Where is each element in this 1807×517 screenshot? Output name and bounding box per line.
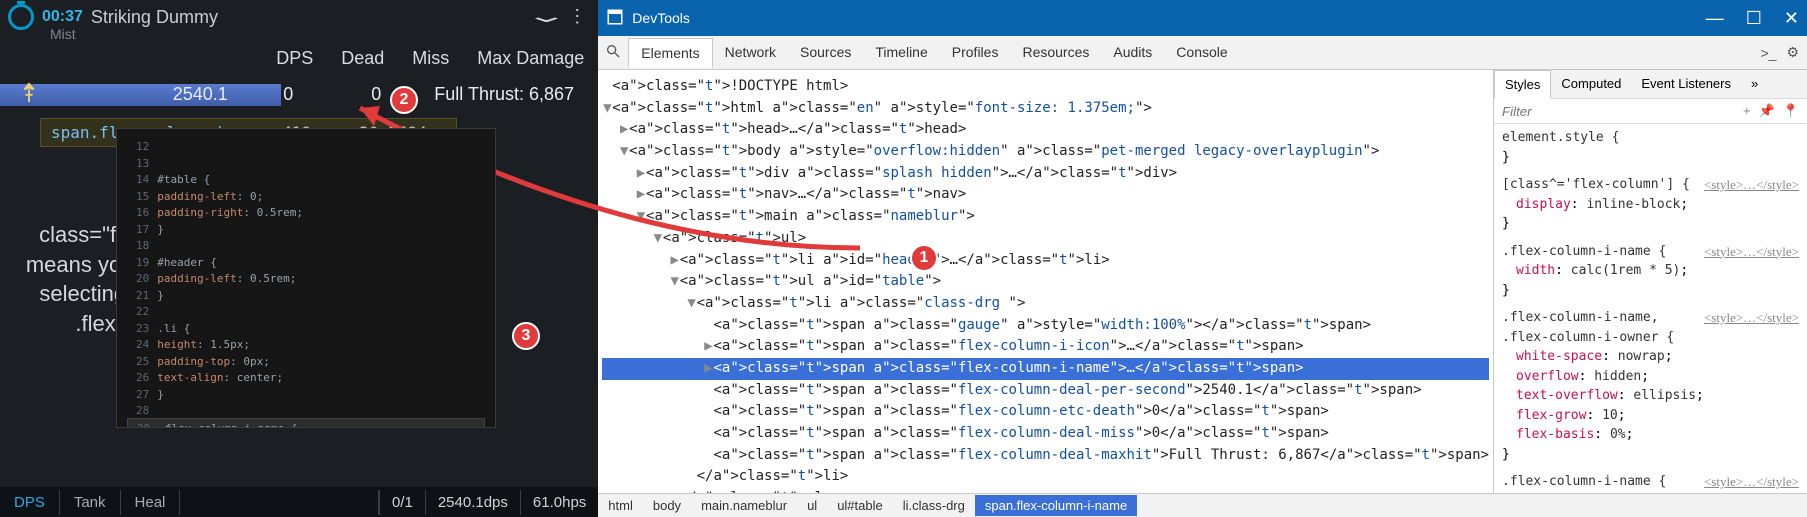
col-dead: Dead (341, 48, 384, 69)
tab-audits[interactable]: Audits (1101, 38, 1164, 67)
zone-label: Mist (50, 26, 76, 42)
job-icon (18, 82, 40, 104)
dom-tree[interactable]: <a">class="t">!DOCTYPE html>▼<a">class="… (598, 70, 1493, 493)
breadcrumb[interactable]: htmlbodymain.nameblurulul#tableli.class-… (598, 493, 1807, 517)
menu-icon[interactable]: ⋮ (568, 6, 588, 27)
encounter-time: 00:37 (42, 8, 83, 26)
dom-row[interactable]: ▼<a">class="t">ul> (602, 228, 1489, 250)
collapse-icon[interactable]: ⌄ (524, 6, 569, 27)
dom-row[interactable]: ▶<a">class="t">nav>…</a">class="t">nav> (602, 184, 1489, 206)
styles-tab-event-listeners[interactable]: Event Listeners (1631, 70, 1741, 98)
stopwatch-icon (8, 4, 34, 30)
tab-network[interactable]: Network (713, 38, 788, 67)
styles-rules[interactable]: element.style {}<style>…</style>[class^=… (1494, 124, 1807, 493)
styles-tab-more[interactable]: » (1741, 70, 1768, 98)
crumb[interactable]: span.flex-column-i-name (975, 495, 1137, 516)
val-maxhit: Full Thrust: 6,867 (434, 84, 584, 105)
dom-row[interactable]: ▶<a">class="t">head>…</a">class="t">head… (602, 119, 1489, 141)
overlay-footer: DPSTankHeal 0/12540.1dps61.0hps (0, 487, 598, 517)
window-titlebar[interactable]: DevTools — ☐ ✕ (598, 0, 1807, 36)
footer-stat: 0/1 (379, 490, 425, 515)
window-title: DevTools (632, 10, 690, 26)
tab-profiles[interactable]: Profiles (940, 38, 1011, 67)
pin-icon[interactable]: 📍 (1783, 103, 1799, 119)
crumb[interactable]: body (643, 495, 691, 516)
tab-elements[interactable]: Elements (628, 38, 712, 68)
dom-row[interactable]: <a">class="t">!DOCTYPE html> (602, 76, 1489, 98)
crumb[interactable]: li.class-drg (893, 495, 975, 516)
dom-row[interactable]: ▶<a">class="t">span a">class="flex-colum… (602, 358, 1489, 380)
toggle-state-icon[interactable]: 📌 (1759, 103, 1775, 119)
dom-row[interactable]: <a">class="t">span a">class="flex-column… (602, 380, 1489, 402)
styles-filter-input[interactable] (1502, 103, 1743, 119)
footer-stat: 61.0hps (520, 490, 598, 515)
devtools-icon (606, 8, 624, 29)
minimize-icon[interactable]: — (1706, 8, 1724, 29)
crumb[interactable]: html (598, 495, 643, 516)
dom-row[interactable]: ▼<a">class="t">html a">class="en" a">sty… (602, 98, 1489, 120)
dom-row[interactable]: <a">class="t">span a">class="flex-column… (602, 401, 1489, 423)
inspect-icon[interactable] (598, 43, 628, 62)
dom-row[interactable]: <a">class="t">span a">class="gauge" a">s… (602, 315, 1489, 337)
styles-panel: StylesComputedEvent Listeners» + 📌 📍 ele… (1493, 70, 1807, 493)
tab-resources[interactable]: Resources (1010, 38, 1101, 67)
dom-row[interactable]: ▼<a">class="t">body a">style="overflow:h… (602, 141, 1489, 163)
col-maxdmg: Max Damage (477, 48, 584, 69)
dom-row[interactable]: ▼<a">class="t">ul a">id="table"> (602, 271, 1489, 293)
col-miss: Miss (412, 48, 449, 69)
callout-1: 1 (910, 244, 938, 272)
callout-3: 3 (512, 322, 540, 350)
styles-tab-computed[interactable]: Computed (1551, 70, 1631, 98)
col-dps: DPS (276, 48, 313, 69)
dom-row[interactable]: <a">class="t">span a">class="flex-column… (602, 445, 1489, 467)
footer-stat: 2540.1dps (425, 490, 520, 515)
rule-source-link[interactable]: <style>…</style> (1704, 308, 1799, 328)
game-overlay: 00:37 Striking Dummy Mist ⌄ ⋮ DPS Dead M… (0, 0, 598, 517)
tab-console[interactable]: Console (1164, 38, 1239, 67)
dom-row[interactable]: ▼<a">class="t">main a">class="nameblur"> (602, 206, 1489, 228)
crumb[interactable]: ul#table (827, 495, 893, 516)
rule-source-link[interactable]: <style>…</style> (1704, 242, 1799, 262)
dom-row[interactable]: <a">class="t">span a">class="flex-column… (602, 423, 1489, 445)
drawer-icon[interactable]: >_ (1760, 45, 1776, 61)
footer-tab-heal[interactable]: Heal (121, 490, 181, 515)
tab-sources[interactable]: Sources (788, 38, 863, 67)
styles-tab-styles[interactable]: Styles (1494, 70, 1551, 99)
footer-tab-tank[interactable]: Tank (60, 490, 121, 515)
val-dead: 0 (258, 84, 318, 105)
maximize-icon[interactable]: ☐ (1746, 8, 1762, 29)
encounter-title: Striking Dummy (91, 7, 218, 28)
add-rule-icon[interactable]: + (1743, 103, 1751, 119)
tab-timeline[interactable]: Timeline (863, 38, 939, 67)
crumb[interactable]: ul (797, 495, 827, 516)
css-editor-preview: 121314#table {15 padding-left: 0;16 padd… (116, 128, 496, 428)
dom-row[interactable]: </a">class="t">li> (602, 466, 1489, 488)
dom-row[interactable]: ▶<a">class="t">li a">id="header">…</a">c… (602, 250, 1489, 272)
val-dps: 2540.1 (170, 84, 230, 105)
footer-tab-dps[interactable]: DPS (0, 490, 60, 515)
rule-source-link[interactable]: <style>…</style> (1704, 472, 1799, 492)
dom-row[interactable]: ▶<a">class="t">span a">class="flex-colum… (602, 336, 1489, 358)
dom-row[interactable]: ▶<a">class="t">div a">class="splash hidd… (602, 163, 1489, 185)
crumb[interactable]: main.nameblur (691, 495, 797, 516)
close-icon[interactable]: ✕ (1784, 8, 1799, 29)
devtools-tabbar: ElementsNetworkSourcesTimelineProfilesRe… (598, 36, 1807, 70)
callout-2: 2 (390, 86, 418, 114)
dom-row[interactable]: ▼<a">class="t">li a">class="class-drg "> (602, 293, 1489, 315)
settings-icon[interactable]: ⚙ (1786, 44, 1799, 61)
rule-source-link[interactable]: <style>…</style> (1704, 175, 1799, 195)
devtools-window: DevTools — ☐ ✕ ElementsNetworkSourcesTim… (598, 0, 1807, 517)
